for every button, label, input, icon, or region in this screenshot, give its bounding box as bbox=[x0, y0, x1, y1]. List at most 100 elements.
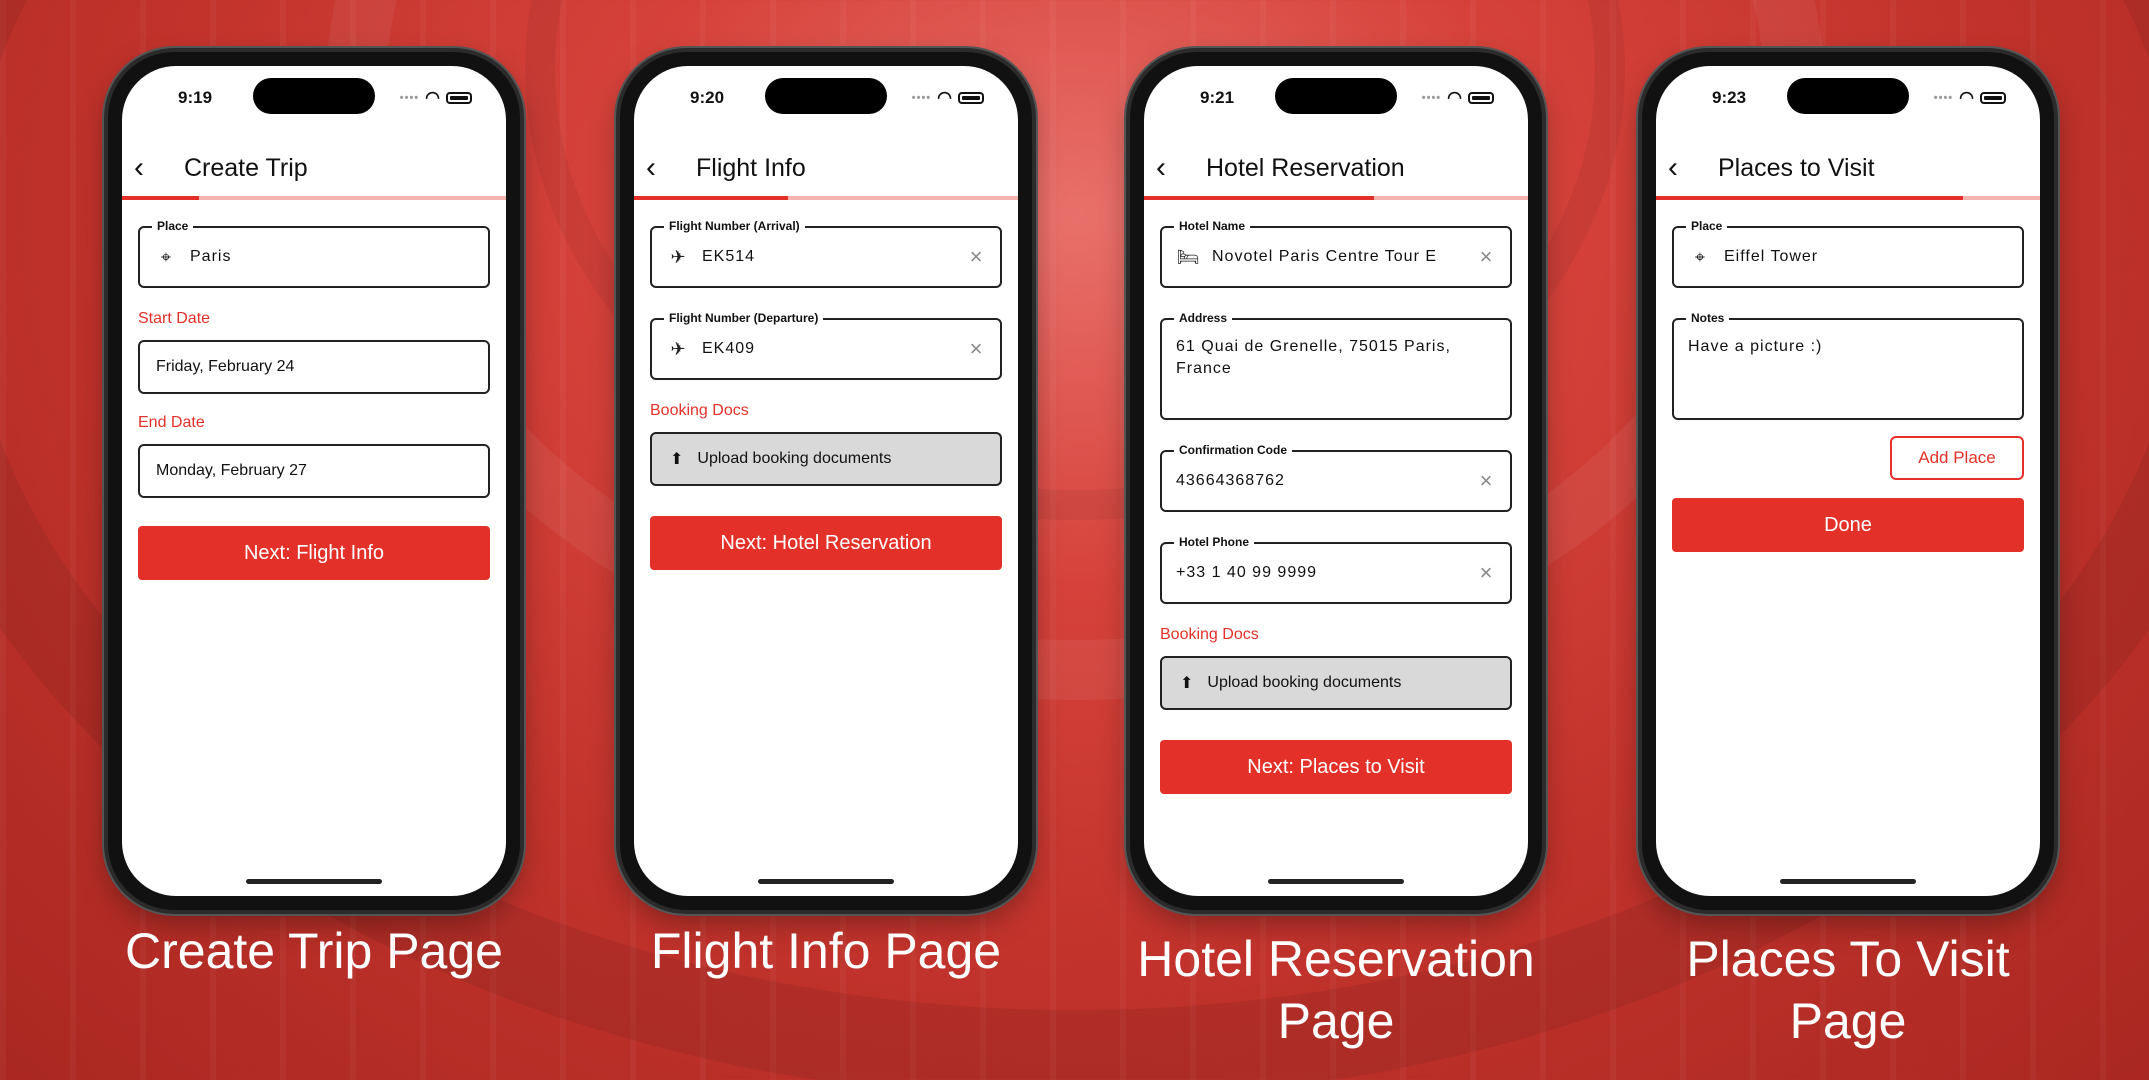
status-bar: 9:19 •••• ◠ bbox=[122, 86, 506, 110]
field-label: Flight Number (Departure) bbox=[664, 311, 824, 325]
add-place-button[interactable]: Add Place bbox=[1890, 436, 2024, 480]
battery-icon bbox=[1468, 92, 1494, 104]
phone-places-to-visit: 9:23 •••• ◠ ‹ Places to Visit Place ⌖ Eif… bbox=[1642, 52, 2054, 910]
page-title: Create Trip bbox=[184, 153, 308, 182]
caption-create-trip: Create Trip Page bbox=[125, 923, 503, 979]
arrival-flight-field[interactable]: Flight Number (Arrival) ✈ EK514 × bbox=[650, 219, 1002, 288]
status-time: 9:23 bbox=[1712, 88, 1747, 107]
hotel-phone-input[interactable]: +33 1 40 99 9999 bbox=[1176, 564, 1476, 582]
wifi-icon: ◠ bbox=[425, 88, 440, 107]
airplane-icon: ✈ bbox=[670, 338, 686, 359]
signal-icon: •••• bbox=[911, 92, 932, 104]
address-input[interactable]: 61 Quai de Grenelle, 75015 Paris, France bbox=[1176, 336, 1496, 380]
notes-field[interactable]: Notes Have a picture :) bbox=[1672, 311, 2024, 420]
close-icon[interactable]: × bbox=[966, 244, 986, 270]
done-button[interactable]: Done bbox=[1672, 498, 2024, 552]
caption-line: Hotel Reservation bbox=[1137, 931, 1535, 987]
phone-flight-info: 9:20 •••• ◠ ‹ Flight Info Flight Number (… bbox=[620, 52, 1032, 910]
caption-line: Places To Visit bbox=[1686, 931, 2010, 987]
progress-bar bbox=[634, 196, 1018, 200]
caption-flight-info: Flight Info Page bbox=[650, 923, 1002, 979]
caption-line: Page bbox=[1277, 993, 1395, 1049]
page-title: Hotel Reservation bbox=[1206, 153, 1405, 182]
back-icon[interactable]: ‹ bbox=[1668, 151, 1708, 185]
next-button[interactable]: Next: Places to Visit bbox=[1160, 740, 1512, 794]
status-time: 9:21 bbox=[1200, 88, 1235, 107]
place-input[interactable]: Eiffel Tower bbox=[1724, 248, 2008, 266]
field-label: Hotel Name bbox=[1174, 219, 1251, 233]
location-pin-icon: ⌖ bbox=[1694, 246, 1706, 267]
phone-hotel-reservation: 9:21 •••• ◠ ‹ Hotel Reservation Hotel Nam… bbox=[1130, 52, 1542, 910]
booking-docs-label: Booking Docs bbox=[650, 402, 749, 419]
screen: 9:21 •••• ◠ ‹ Hotel Reservation Hotel Nam… bbox=[1144, 66, 1528, 896]
battery-icon bbox=[1980, 92, 2006, 104]
signal-icon: •••• bbox=[1933, 92, 1954, 104]
upload-button[interactable]: ⬆ Upload booking documents bbox=[1160, 656, 1512, 710]
start-date-field[interactable]: Friday, February 24 bbox=[138, 340, 490, 394]
upload-icon: ⬆ bbox=[1180, 675, 1194, 692]
caption-line: Page bbox=[1789, 993, 1907, 1049]
departure-flight-input[interactable]: EK409 bbox=[702, 340, 966, 358]
departure-flight-field[interactable]: Flight Number (Departure) ✈ EK409 × bbox=[650, 311, 1002, 380]
next-button[interactable]: Next: Flight Info bbox=[138, 526, 490, 580]
home-indicator bbox=[1268, 879, 1404, 884]
wifi-icon: ◠ bbox=[937, 88, 952, 107]
arrival-flight-input[interactable]: EK514 bbox=[702, 248, 966, 266]
close-icon[interactable]: × bbox=[1476, 244, 1496, 270]
back-icon[interactable]: ‹ bbox=[134, 151, 174, 185]
field-label: Hotel Phone bbox=[1174, 535, 1255, 549]
signal-icon: •••• bbox=[1421, 92, 1442, 104]
hotel-name-input[interactable]: Novotel Paris Centre Tour E bbox=[1212, 248, 1476, 266]
field-label: Flight Number (Arrival) bbox=[664, 219, 805, 233]
field-label: Place bbox=[152, 219, 194, 233]
field-label: Place bbox=[1686, 219, 1728, 233]
end-date-label: End Date bbox=[138, 414, 205, 431]
phone-create-trip: 9:19 •••• ◠ ‹ Create Trip Place ⌖ Paris S… bbox=[108, 52, 520, 910]
status-bar: 9:21 •••• ◠ bbox=[1144, 86, 1528, 110]
caption-hotel-reservation: Hotel Reservation Page bbox=[1100, 928, 1572, 1052]
home-indicator bbox=[758, 879, 894, 884]
booking-docs-label: Booking Docs bbox=[1160, 626, 1259, 643]
caption-places-to-visit: Places To Visit Page bbox=[1600, 928, 2096, 1052]
close-icon[interactable]: × bbox=[1476, 468, 1496, 494]
screen: 9:19 •••• ◠ ‹ Create Trip Place ⌖ Paris S… bbox=[122, 66, 506, 896]
start-date-label: Start Date bbox=[138, 310, 211, 327]
upload-icon: ⬆ bbox=[670, 451, 684, 468]
progress-bar bbox=[1144, 196, 1528, 200]
wifi-icon: ◠ bbox=[1959, 88, 1974, 107]
airplane-icon: ✈ bbox=[670, 246, 686, 267]
notes-input[interactable]: Have a picture :) bbox=[1688, 336, 2008, 358]
home-indicator bbox=[1780, 879, 1916, 884]
back-icon[interactable]: ‹ bbox=[646, 151, 686, 185]
hotel-name-field[interactable]: Hotel Name 🛏 Novotel Paris Centre Tour E… bbox=[1160, 219, 1512, 288]
place-field[interactable]: Place ⌖ Paris bbox=[138, 219, 490, 288]
place-input[interactable]: Paris bbox=[190, 248, 474, 266]
upload-button[interactable]: ⬆ Upload booking documents bbox=[650, 432, 1002, 486]
confirmation-code-field[interactable]: Confirmation Code 43664368762 × bbox=[1160, 443, 1512, 512]
page-title: Flight Info bbox=[696, 153, 806, 182]
signal-icon: •••• bbox=[399, 92, 420, 104]
close-icon[interactable]: × bbox=[1476, 560, 1496, 586]
end-date-field[interactable]: Monday, February 27 bbox=[138, 444, 490, 498]
hotel-phone-field[interactable]: Hotel Phone +33 1 40 99 9999 × bbox=[1160, 535, 1512, 604]
bed-icon: 🛏 bbox=[1176, 246, 1200, 267]
battery-icon bbox=[446, 92, 472, 104]
progress-bar bbox=[122, 196, 506, 200]
confirmation-code-input[interactable]: 43664368762 bbox=[1176, 472, 1476, 490]
address-field[interactable]: Address 61 Quai de Grenelle, 75015 Paris… bbox=[1160, 311, 1512, 420]
place-field[interactable]: Place ⌖ Eiffel Tower bbox=[1672, 219, 2024, 288]
progress-bar bbox=[1656, 196, 2040, 200]
screen: 9:23 •••• ◠ ‹ Places to Visit Place ⌖ Eif… bbox=[1656, 66, 2040, 896]
status-bar: 9:20 •••• ◠ bbox=[634, 86, 1018, 110]
status-time: 9:20 bbox=[690, 88, 725, 107]
back-icon[interactable]: ‹ bbox=[1156, 151, 1196, 185]
close-icon[interactable]: × bbox=[966, 336, 986, 362]
status-bar: 9:23 •••• ◠ bbox=[1656, 86, 2040, 110]
page-title: Places to Visit bbox=[1718, 153, 1875, 182]
upload-label: Upload booking documents bbox=[1207, 674, 1402, 691]
location-pin-icon: ⌖ bbox=[160, 246, 172, 267]
upload-label: Upload booking documents bbox=[697, 450, 892, 467]
field-label: Notes bbox=[1686, 311, 1730, 325]
next-button[interactable]: Next: Hotel Reservation bbox=[650, 516, 1002, 570]
battery-icon bbox=[958, 92, 984, 104]
